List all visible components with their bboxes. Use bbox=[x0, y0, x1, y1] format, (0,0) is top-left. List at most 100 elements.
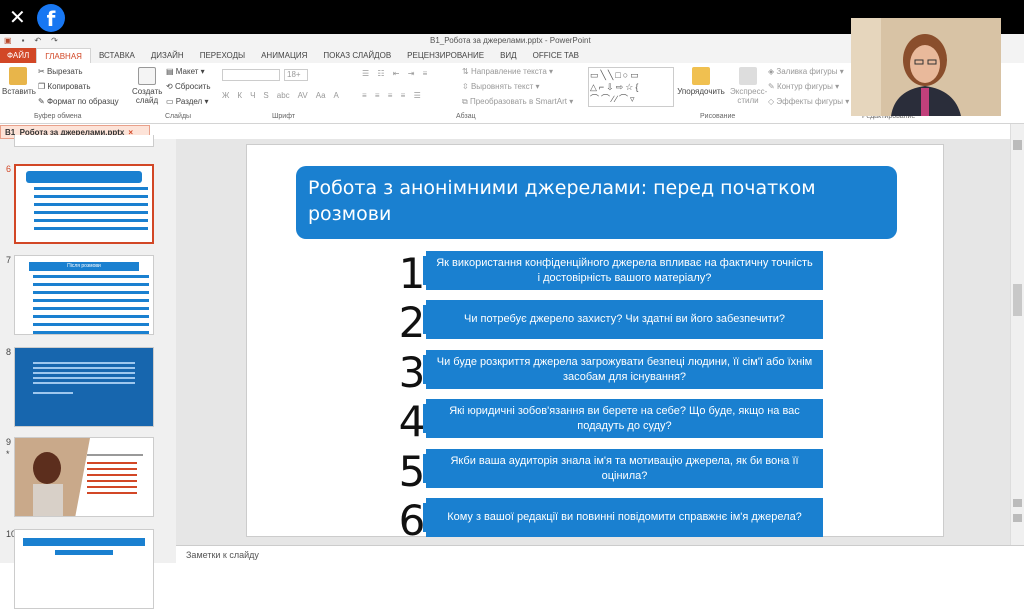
window-title: B1_Робота за джерелами.pptx - PowerPoint bbox=[430, 36, 591, 45]
question-box[interactable]: Чи потребує джерело захисту? Чи здатні в… bbox=[423, 300, 823, 339]
tab-transitions[interactable]: ПЕРЕХОДЫ bbox=[192, 48, 253, 63]
question-box[interactable]: Чи буде розкриття джерела загрожувати бе… bbox=[423, 350, 823, 389]
question-box[interactable]: Які юридичні зобов'язання ви берете на с… bbox=[423, 399, 823, 438]
notes-pane[interactable]: Заметки к слайду bbox=[176, 545, 1024, 563]
outline-icon: ✎ bbox=[768, 82, 777, 91]
spacing-button[interactable]: AV bbox=[298, 91, 308, 100]
section-button[interactable]: ▭ Раздел ▾ bbox=[166, 97, 208, 106]
clipboard-group-label: Буфер обмена bbox=[34, 113, 82, 120]
current-slide[interactable]: Робота з анонімними джерелами: перед поч… bbox=[246, 144, 944, 542]
tab-animation[interactable]: АНИМАЦИЯ bbox=[253, 48, 315, 63]
layout-button[interactable]: ▤ Макет ▾ bbox=[166, 67, 205, 76]
thumb-title: Після розмови bbox=[29, 262, 139, 271]
copy-button[interactable]: ❐ Копировать bbox=[38, 82, 90, 91]
vertical-scrollbar[interactable] bbox=[1010, 124, 1024, 545]
presenter-video bbox=[851, 18, 1001, 116]
thumb-title-bar bbox=[26, 171, 142, 183]
case-button[interactable]: Aa bbox=[316, 91, 326, 100]
tab-design[interactable]: ДИЗАЙН bbox=[143, 48, 192, 63]
slide-number: 7 bbox=[6, 255, 12, 265]
undo-icon[interactable]: ↶ bbox=[34, 36, 41, 45]
shape-outline-button[interactable]: ✎ Контур фигуры ▾ bbox=[768, 82, 839, 91]
font-name-field[interactable] bbox=[222, 69, 280, 81]
layout-icon: ▤ bbox=[166, 67, 176, 76]
tab-slideshow[interactable]: ПОКАЗ СЛАЙДОВ bbox=[315, 48, 399, 63]
paragraph-group-label: Абзац bbox=[456, 113, 476, 120]
shape-effects-button[interactable]: ◇ Эффекты фигуры ▾ bbox=[768, 97, 849, 106]
arrange-button[interactable]: Упорядочить bbox=[676, 67, 726, 96]
font-format-buttons: Ж К Ч S abc AV Aa A bbox=[222, 91, 339, 100]
shadow-button[interactable]: S bbox=[263, 91, 268, 100]
copy-icon: ❐ bbox=[38, 82, 48, 91]
quick-styles-button[interactable]: Экспресс- стили bbox=[730, 67, 767, 105]
paste-button[interactable]: Вставить bbox=[2, 67, 36, 96]
tab-insert[interactable]: ВСТАВКА bbox=[91, 48, 143, 63]
align-text-icon: ⇳ bbox=[462, 82, 471, 91]
facebook-icon[interactable]: f bbox=[37, 4, 65, 32]
bold-button[interactable]: Ж bbox=[222, 91, 229, 100]
thumb-photo-image bbox=[15, 438, 143, 516]
tab-office-tab[interactable]: OFFICE TAB bbox=[525, 48, 587, 63]
scroll-up-arrow[interactable] bbox=[1013, 140, 1022, 150]
slides-group-label: Слайды bbox=[165, 113, 192, 120]
align-text-button[interactable]: ⇳ Выровнять текст ▾ bbox=[462, 82, 540, 91]
notes-placeholder: Заметки к слайду bbox=[186, 550, 259, 560]
slide-title[interactable]: Робота з анонімними джерелами: перед поч… bbox=[296, 166, 897, 239]
brush-icon: ✎ bbox=[38, 97, 47, 106]
section-icon: ▭ bbox=[166, 97, 176, 106]
slide-thumbnail[interactable] bbox=[14, 529, 154, 609]
underline-button[interactable]: Ч bbox=[250, 91, 255, 100]
quick-styles-icon bbox=[739, 67, 757, 85]
thumb-items bbox=[15, 275, 153, 334]
shapes-gallery[interactable]: ▭╲╲□○▭ △⌐⇩⇨☆{⌒⌒∕∕⌒▿ bbox=[588, 67, 674, 107]
question-box[interactable]: Як використання конфіденційного джерела … bbox=[423, 251, 823, 290]
powerpoint-logo-icon: ▣ bbox=[4, 36, 12, 45]
list-buttons[interactable]: ☰ ☷ ⇤ ⇥ ≡ bbox=[362, 69, 430, 78]
reset-icon: ⟲ bbox=[166, 82, 175, 91]
tab-review[interactable]: РЕЦЕНЗИРОВАНИЕ bbox=[399, 48, 492, 63]
question-box[interactable]: Кому з вашої редакції ви повинні повідом… bbox=[423, 498, 823, 537]
format-painter-button[interactable]: ✎ Формат по образцу bbox=[38, 97, 119, 106]
slide-thumbnail-current[interactable] bbox=[14, 164, 154, 244]
tab-view[interactable]: ВИД bbox=[492, 48, 525, 63]
close-icon[interactable]: ✕ bbox=[9, 5, 26, 29]
font-group-label: Шрифт bbox=[272, 113, 296, 120]
align-buttons[interactable]: ≡ ≡ ≡ ≡ ☰ bbox=[362, 91, 424, 100]
slide-number: 8 bbox=[6, 347, 12, 357]
slide-thumbnail[interactable] bbox=[14, 135, 154, 147]
redo-icon[interactable]: ↷ bbox=[51, 36, 58, 45]
slide-animation-star: * bbox=[6, 449, 10, 459]
cut-button[interactable]: ✂ Вырезать bbox=[38, 67, 83, 76]
paste-icon bbox=[9, 67, 27, 85]
slide-thumbnail[interactable] bbox=[14, 437, 154, 517]
new-slide-icon bbox=[138, 67, 156, 85]
slide-number: 6 bbox=[6, 164, 12, 174]
slide-number: 9 bbox=[6, 437, 12, 447]
thumb-items bbox=[16, 187, 152, 230]
tab-home[interactable]: ГЛАВНАЯ bbox=[36, 48, 91, 63]
font-color-button[interactable]: A bbox=[334, 91, 339, 100]
scroll-thumb[interactable] bbox=[1013, 284, 1022, 316]
italic-button[interactable]: К bbox=[237, 91, 242, 100]
strikethrough-button[interactable]: abc bbox=[277, 91, 290, 100]
smartart-button[interactable]: ⧉ Преобразовать в SmartArt ▾ bbox=[462, 97, 573, 107]
slide-thumbnail[interactable]: Після розмови bbox=[14, 255, 154, 335]
scissors-icon: ✂ bbox=[38, 67, 47, 76]
reset-button[interactable]: ⟲ Сбросить bbox=[166, 82, 211, 91]
tab-file[interactable]: ФАЙЛ bbox=[0, 48, 37, 63]
next-slide-arrow[interactable] bbox=[1013, 514, 1022, 522]
slide-editor-area: Робота з анонімними джерелами: перед поч… bbox=[176, 139, 1010, 545]
drawing-group-label: Рисование bbox=[700, 113, 736, 120]
quick-access-toolbar: ▣ ▪ ↶ ↷ bbox=[4, 36, 58, 45]
font-size-field[interactable]: 18+ bbox=[284, 69, 308, 81]
arrange-icon bbox=[692, 67, 710, 85]
slide-thumbnail-panel: 6 7 Після розмови 8 9 * 10 bbox=[0, 135, 176, 609]
shape-fill-button[interactable]: ◈ Заливка фигуры ▾ bbox=[768, 67, 844, 76]
text-direction-icon: ⇅ bbox=[462, 67, 471, 76]
save-icon[interactable]: ▪ bbox=[22, 36, 25, 45]
question-box[interactable]: Якби ваша аудиторія знала ім'я та мотива… bbox=[423, 449, 823, 488]
new-slide-button[interactable]: Создать слайд bbox=[132, 67, 162, 105]
prev-slide-arrow[interactable] bbox=[1013, 499, 1022, 507]
text-direction-button[interactable]: ⇅ Направление текста ▾ bbox=[462, 67, 553, 76]
slide-thumbnail[interactable] bbox=[14, 347, 154, 427]
